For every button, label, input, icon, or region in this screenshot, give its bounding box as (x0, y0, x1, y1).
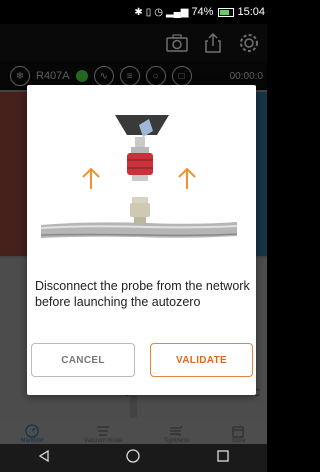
clock: 15:04 (237, 6, 265, 18)
recents-icon[interactable] (216, 449, 230, 468)
battery-percent: 74% (191, 6, 214, 18)
system-nav-bar (0, 444, 267, 472)
battery-icon (218, 7, 235, 17)
autozero-dialog: Disconnect the probe from the network be… (27, 85, 256, 395)
alarm-icon: ◷ (154, 6, 163, 18)
signal-icon: ▂▄▆ (165, 6, 189, 18)
home-icon[interactable] (125, 448, 141, 469)
back-icon[interactable] (37, 449, 51, 468)
vibrate-icon: ▯ (145, 6, 152, 18)
dialog-message: Disconnect the probe from the network be… (35, 279, 250, 309)
probe-disconnect-illustration (27, 85, 256, 245)
validate-button[interactable]: VALIDATE (150, 343, 253, 377)
bluetooth-icon: ✱ (134, 6, 143, 18)
status-bar: ✱ ▯ ◷ ▂▄▆ 74% 15:04 (0, 0, 267, 24)
cancel-button[interactable]: CANCEL (31, 343, 135, 377)
